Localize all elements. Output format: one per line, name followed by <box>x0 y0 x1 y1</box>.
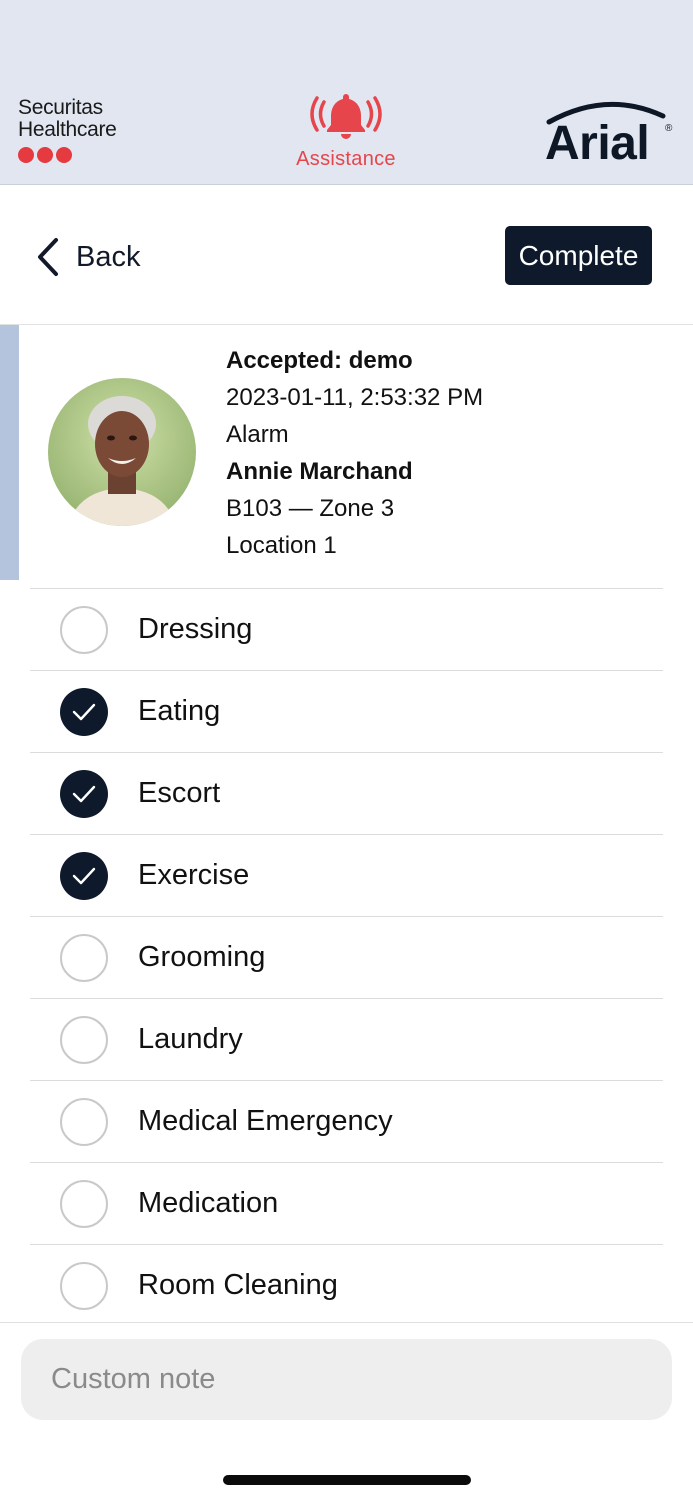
divider <box>0 1322 693 1323</box>
task-item[interactable]: Escort <box>30 753 663 835</box>
task-item[interactable]: Room Cleaning <box>30 1245 663 1327</box>
app-header: Securitas Healthcare Assistance Arial ® <box>0 0 693 185</box>
task-item[interactable]: Medication <box>30 1163 663 1245</box>
unchecked-circle-icon[interactable] <box>60 1098 108 1146</box>
ringing-bell-icon <box>310 94 382 139</box>
task-item[interactable]: Eating <box>30 671 663 753</box>
task-item[interactable]: Grooming <box>30 917 663 999</box>
checkmark-icon <box>72 785 96 803</box>
alarm-location: Location 1 <box>226 532 337 559</box>
arial-logo: Arial ® <box>545 96 675 168</box>
brand-dots-icon <box>18 147 148 163</box>
unchecked-circle-icon[interactable] <box>60 1180 108 1228</box>
task-label: Escort <box>138 777 221 809</box>
chevron-left-icon <box>38 238 58 276</box>
task-label: Laundry <box>138 1023 243 1055</box>
task-label: Dressing <box>138 613 253 645</box>
back-button[interactable]: Back <box>36 237 140 277</box>
assistance-tab[interactable]: Assistance <box>270 88 422 185</box>
task-item[interactable]: Medical Emergency <box>30 1081 663 1163</box>
task-label: Eating <box>138 695 221 727</box>
home-indicator[interactable] <box>223 1475 471 1485</box>
checked-circle-icon[interactable] <box>60 688 108 736</box>
back-label: Back <box>76 240 141 273</box>
custom-note-input[interactable] <box>21 1339 672 1420</box>
nav-bar: Back Complete <box>0 185 693 325</box>
checkmark-icon <box>72 867 96 885</box>
unchecked-circle-icon[interactable] <box>60 1016 108 1064</box>
task-item[interactable]: Laundry <box>30 999 663 1081</box>
brand-left-line1: Securitas <box>18 96 103 119</box>
arial-logo-text: Arial <box>545 117 650 170</box>
task-item[interactable]: Exercise <box>30 835 663 917</box>
room-zone: B103 — Zone 3 <box>226 495 395 522</box>
assistance-label: Assistance <box>296 148 396 170</box>
task-checklist: Dressing Eating Escort Exercise Grooming Laun… <box>30 589 663 1327</box>
accepted-by: Accepted: demo <box>226 347 413 374</box>
unchecked-circle-icon[interactable] <box>60 606 108 654</box>
task-label: Medical Emergency <box>138 1105 393 1137</box>
task-label: Exercise <box>138 859 250 891</box>
brand-left-line2: Healthcare <box>18 118 117 141</box>
checkmark-icon <box>72 703 96 721</box>
registered-mark: ® <box>665 123 673 134</box>
task-label: Medication <box>138 1187 279 1219</box>
resident-avatar <box>48 378 196 526</box>
complete-button[interactable]: Complete <box>505 226 652 285</box>
alarm-card: Accepted: demo 2023-01-11, 2:53:32 PM Al… <box>0 325 693 580</box>
alarm-details: Accepted: demo 2023-01-11, 2:53:32 PM Al… <box>226 342 666 564</box>
securitas-healthcare-logo: Securitas Healthcare <box>18 97 148 163</box>
checked-circle-icon[interactable] <box>60 770 108 818</box>
resident-name: Annie Marchand <box>226 458 413 485</box>
alarm-timestamp: 2023-01-11, 2:53:32 PM <box>226 384 484 411</box>
unchecked-circle-icon[interactable] <box>60 934 108 982</box>
checked-circle-icon[interactable] <box>60 852 108 900</box>
unchecked-circle-icon[interactable] <box>60 1262 108 1310</box>
alarm-card-accent <box>0 325 19 580</box>
alarm-type: Alarm <box>226 421 289 448</box>
task-item[interactable]: Dressing <box>30 589 663 671</box>
task-label: Room Cleaning <box>138 1269 338 1301</box>
task-label: Grooming <box>138 941 266 973</box>
